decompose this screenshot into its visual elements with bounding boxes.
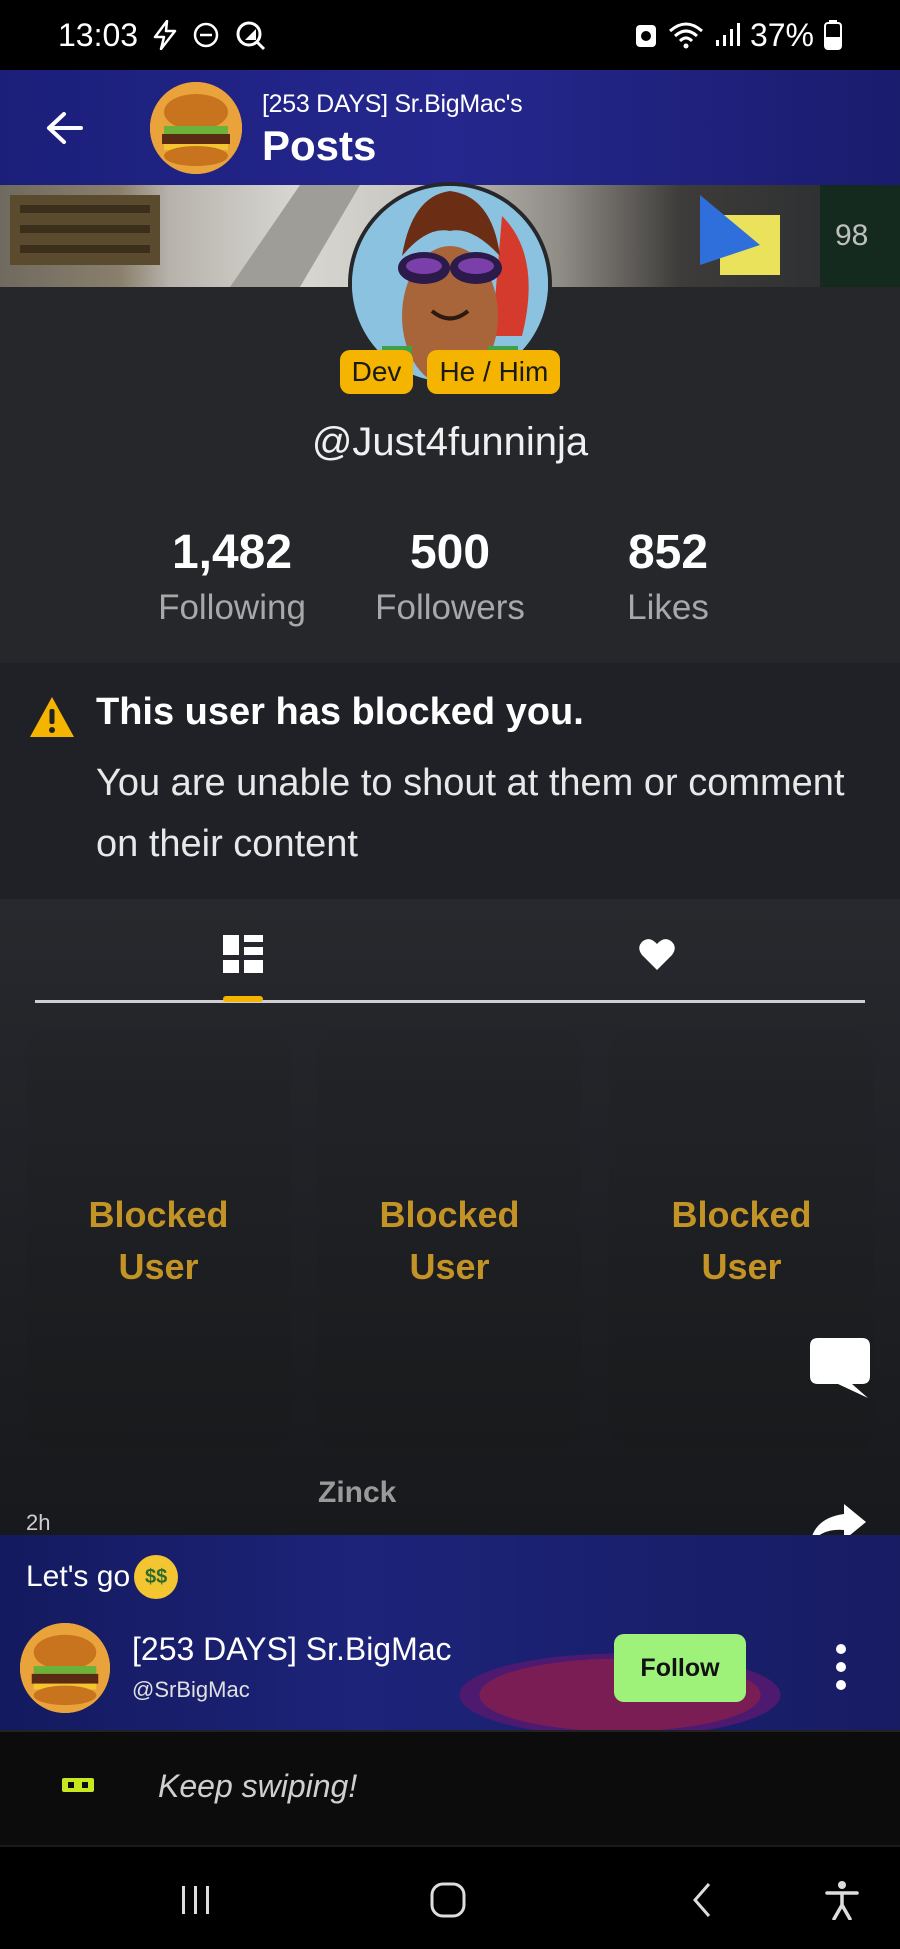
profile-username: @Just4funninja: [311, 420, 589, 464]
blocked-description: You are unable to shout at them or comme…: [96, 762, 845, 865]
post-time: 2h: [26, 1510, 51, 1535]
post-card[interactable]: Blocked User: [317, 1029, 582, 1453]
card-line-1: Blocked: [379, 1194, 520, 1235]
post-card[interactable]: Blocked User: [26, 1029, 291, 1453]
system-nav-bar: [0, 1845, 900, 1949]
more-options-button[interactable]: [826, 1635, 856, 1699]
more-dot: [836, 1680, 846, 1690]
burger-avatar-image: [150, 82, 242, 174]
stat-following-value: 1,482: [171, 526, 293, 579]
card-line-2: User: [409, 1246, 490, 1287]
search-app-icon: [234, 19, 266, 51]
burger-avatar-image: [20, 1623, 110, 1713]
lightning-icon: [152, 20, 178, 50]
grid-layout-icon: [223, 935, 263, 973]
stat-following-label: Following: [158, 588, 306, 627]
stat-followers-value: 500: [409, 526, 491, 579]
header-avatar[interactable]: [150, 82, 242, 174]
post-card-label: Blocked User: [671, 1189, 811, 1293]
accessibility-button[interactable]: [812, 1875, 872, 1925]
home-icon: [430, 1882, 466, 1918]
swipe-hint-bar: Keep swiping!: [0, 1730, 900, 1845]
arrow-left-icon: [47, 112, 83, 144]
tabs-divider: [35, 1000, 865, 1003]
follow-button[interactable]: Follow: [614, 1634, 746, 1702]
author-handle: @SrBigMac: [132, 1677, 250, 1702]
system-back-button[interactable]: [672, 1875, 732, 1925]
battery-percent: 37%: [749, 16, 814, 53]
caption-text: Let's go: [26, 1560, 131, 1593]
post-caption: Let's go $$: [26, 1555, 179, 1599]
content-tabs: [0, 899, 900, 1003]
stat-likes[interactable]: 852 Likes: [558, 525, 778, 628]
card-line-2: User: [701, 1246, 782, 1287]
stat-likes-label: Likes: [627, 588, 709, 627]
author-name[interactable]: [253 DAYS] Sr.BigMac: [132, 1631, 452, 1668]
tab-likes[interactable]: [597, 927, 717, 981]
chevron-left-icon: [693, 1883, 711, 1917]
signal-icon: [714, 22, 740, 48]
stat-following[interactable]: 1,482 Following: [122, 525, 342, 628]
more-dot: [836, 1662, 846, 1672]
chat-bubble-icon: [810, 1338, 870, 1398]
header-title: Posts: [262, 122, 377, 169]
stat-likes-value: 852: [627, 526, 709, 579]
card-line-1: Blocked: [671, 1194, 812, 1235]
status-time: 13:03: [58, 16, 139, 53]
posts-section: Blocked User Blocked User Blocked User: [0, 899, 900, 1535]
blocked-notice: This user has blocked you. You are unabl…: [0, 663, 900, 899]
warning-icon: [28, 695, 76, 744]
recent-apps-button[interactable]: [166, 1875, 226, 1925]
recycle-icon: [634, 21, 658, 49]
tab-posts[interactable]: [183, 927, 303, 981]
stat-followers[interactable]: 500 Followers: [340, 525, 560, 628]
swipe-indicator-icon: [62, 1778, 94, 1792]
status-bar: 13:03 37%: [0, 0, 900, 70]
dev-badge: Dev: [339, 350, 414, 394]
post-card-label: Blocked User: [379, 1189, 519, 1293]
card-line-2: User: [118, 1246, 199, 1287]
card-line-1: Blocked: [88, 1194, 229, 1235]
author-avatar[interactable]: [20, 1623, 110, 1713]
home-button[interactable]: [418, 1875, 478, 1925]
do-not-disturb-icon: [192, 21, 220, 49]
post-footer: Let's go $$ [253 DAYS] Sr.BigMac @SrBigM…: [0, 1535, 900, 1730]
active-tab-indicator: [223, 996, 263, 1002]
wifi-icon: [668, 21, 704, 49]
battery-icon: [824, 20, 842, 50]
heart-icon: [639, 939, 675, 970]
app-header: [253 DAYS] Sr.BigMac's Posts: [0, 70, 900, 185]
blocked-title: This user has blocked you.: [96, 691, 584, 733]
post-creator: Zinck: [318, 1476, 397, 1509]
back-button[interactable]: [38, 102, 90, 154]
accessibility-icon: [825, 1881, 859, 1920]
svg-text:98: 98: [835, 219, 868, 252]
stat-followers-label: Followers: [375, 588, 525, 627]
recent-apps-icon: [182, 1886, 209, 1914]
chat-button[interactable]: [808, 1336, 872, 1400]
post-card-label: Blocked User: [88, 1189, 228, 1293]
pronoun-badge: He / Him: [427, 350, 561, 394]
profile-badges: Dev He / Him: [0, 350, 900, 394]
swipe-hint-text: Keep swiping!: [158, 1768, 358, 1804]
more-dot: [836, 1644, 846, 1654]
money-face-emoji-icon: $$: [134, 1555, 179, 1599]
header-subtitle: [253 DAYS] Sr.BigMac's: [262, 90, 523, 118]
